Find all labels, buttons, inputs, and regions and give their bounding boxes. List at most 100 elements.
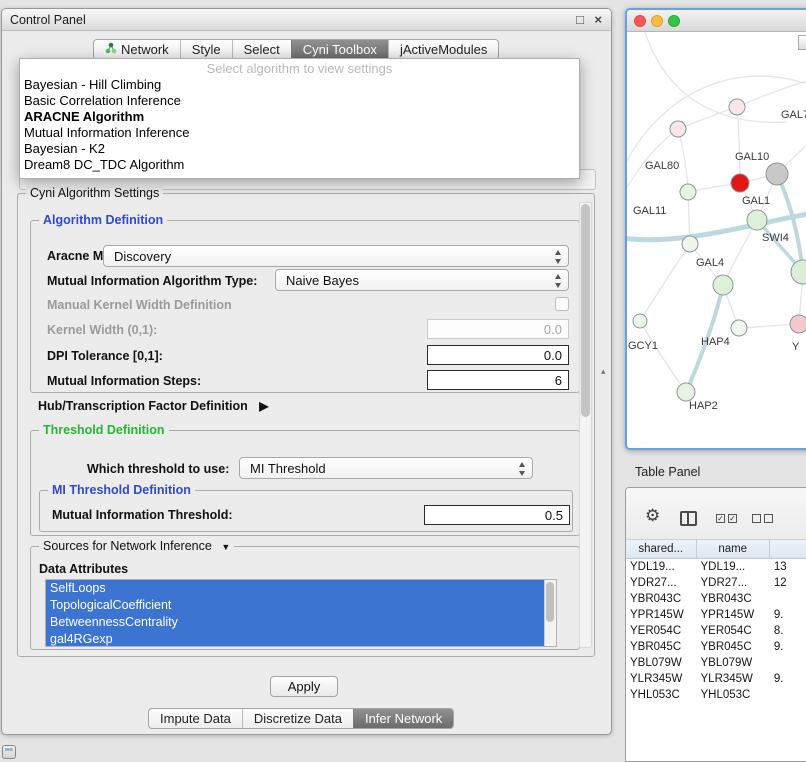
attribute-item-topologicalcoefficient[interactable]: TopologicalCoefficient (46, 597, 546, 614)
select-all-columns-icon[interactable]: ✓✓ (716, 514, 737, 523)
mi-steps-label: Mutual Information Steps: (47, 374, 201, 388)
tab-style[interactable]: Style (180, 40, 232, 59)
table-cell: YBR045C (626, 639, 697, 655)
algorithm-option-mutual-information-inference[interactable]: Mutual Information Inference (21, 125, 578, 141)
cyni-bottom-tabs: Impute DataDiscretize DataInfer Network (148, 708, 454, 729)
node-label: GAL4 (696, 257, 724, 269)
tab-jactivemodules[interactable]: jActiveModules (388, 40, 498, 59)
table-row[interactable]: YPR145WYPR145W9. (626, 607, 806, 623)
tab-discretize-data[interactable]: Discretize Data (242, 709, 353, 728)
network-node[interactable] (747, 210, 767, 230)
float-window-icon[interactable]: □ (576, 12, 584, 27)
control-panel-titlebar[interactable]: Control Panel □ × (2, 9, 611, 31)
network-node[interactable] (633, 314, 647, 328)
table-row[interactable]: YDL19...YDL19...13 (626, 559, 806, 575)
tab-impute-data[interactable]: Impute Data (149, 709, 242, 728)
algorithm-option-dream8-dc-tdc-algorithm[interactable]: Dream8 DC_TDC Algorithm (21, 157, 578, 173)
table-cell: YDR27... (626, 575, 697, 591)
algorithm-definition-title: Algorithm Definition (39, 213, 167, 227)
table-cell: YLR345W (626, 671, 697, 687)
network-node[interactable] (729, 99, 745, 115)
network-edge[interactable] (640, 321, 686, 392)
algorithm-option-basic-correlation-inference[interactable]: Basic Correlation Inference (21, 93, 578, 109)
network-node[interactable] (670, 121, 686, 137)
table-row[interactable]: YDR27...YDR27...12 (626, 575, 806, 591)
aracne-mode-select[interactable]: Discovery (103, 245, 569, 267)
tab-label: Network (121, 42, 169, 57)
network-edge[interactable] (645, 32, 787, 122)
panel-splitter-icon[interactable]: ▴ (601, 366, 606, 377)
network-node[interactable] (682, 236, 698, 252)
tab-cyni-toolbox[interactable]: Cyni Toolbox (291, 40, 388, 59)
which-threshold-label: Which threshold to use: (87, 462, 229, 476)
tab-select[interactable]: Select (232, 40, 291, 59)
column-header-col2[interactable] (770, 540, 806, 558)
network-node[interactable] (677, 383, 695, 401)
node-label: GAL7 (781, 109, 806, 121)
table-row[interactable]: YHL053CYHL053C (626, 687, 806, 703)
network-edge[interactable] (640, 244, 690, 321)
network-node[interactable] (713, 275, 733, 295)
network-node[interactable] (731, 320, 747, 336)
network-node[interactable] (766, 163, 788, 185)
network-edge[interactable] (678, 129, 688, 192)
node-label: GAL80 (645, 160, 679, 172)
column-header-name[interactable]: name (697, 540, 770, 558)
close-light[interactable] (634, 15, 646, 27)
table-row[interactable]: YBR043CYBR043C (626, 591, 806, 607)
settings-scrollbar[interactable] (579, 202, 592, 648)
attribute-item-gal4rgexp[interactable]: gal4RGexp (46, 631, 546, 647)
minimized-window-icon[interactable] (2, 745, 16, 759)
network-node[interactable] (680, 184, 696, 200)
data-attributes-list[interactable]: SelfLoopsTopologicalCoefficientBetweenne… (45, 579, 557, 647)
network-node[interactable] (731, 174, 749, 192)
dpi-tolerance-field[interactable]: 0.0 (427, 345, 569, 365)
sources-group-title[interactable]: Sources for Network Inference ▼ (39, 539, 234, 554)
columns-icon[interactable] (680, 511, 697, 526)
unselect-all-columns-icon[interactable] (752, 514, 773, 523)
zoom-light[interactable] (668, 15, 680, 27)
algorithm-option-bayesian-hill-climbing[interactable]: Bayesian - Hill Climbing (21, 77, 578, 93)
network-node[interactable] (790, 315, 806, 333)
table-row[interactable]: YBR045CYBR045C9. (626, 639, 806, 655)
attribute-item-selfloops[interactable]: SelfLoops (46, 580, 546, 597)
mi-steps-value: 6 (555, 373, 562, 388)
network-edge[interactable] (737, 72, 806, 107)
expand-right-icon[interactable]: ▶ (259, 399, 268, 413)
network-graph[interactable]: GAL7GAL80GAL10GAL11GAL1SWI4GAL4GCY1HAP4H… (627, 32, 806, 449)
minimize-light[interactable] (651, 15, 663, 27)
combo-arrows-icon (554, 274, 563, 288)
attribute-item-betweennesscentrality[interactable]: BetweennessCentrality (46, 614, 546, 631)
table-row[interactable]: YER054CYER054C8. (626, 623, 806, 639)
algorithm-option-aracne-algorithm[interactable]: ARACNE Algorithm (21, 109, 578, 125)
apply-button[interactable]: Apply (270, 676, 338, 697)
node-label: HAP4 (701, 336, 730, 348)
hub-transcription-factor-section[interactable]: Hub/Transcription Factor Definition ▶ (38, 399, 268, 413)
collapse-down-icon[interactable]: ▼ (221, 542, 230, 552)
table-panel-title: Table Panel (635, 465, 700, 479)
table-row[interactable]: YBL079WYBL079W (626, 655, 806, 671)
network-canvas[interactable]: GAL7GAL80GAL10GAL11GAL1SWI4GAL4GCY1HAP4H… (627, 32, 806, 449)
network-window-titlebar[interactable] (627, 10, 806, 32)
tab-infer-network[interactable]: Infer Network (353, 709, 453, 728)
mi-threshold-label: Mutual Information Threshold: (52, 508, 233, 522)
scrollbar-thumb[interactable] (581, 204, 590, 417)
mi-threshold-field[interactable]: 0.5 (424, 505, 570, 525)
network-scrollbar-button[interactable] (798, 35, 806, 50)
network-edge[interactable] (678, 107, 737, 129)
mi-algorithm-type-select[interactable]: Naive Bayes (275, 269, 569, 291)
control-panel-title: Control Panel (10, 13, 86, 27)
gear-icon[interactable]: ⚙ (645, 507, 660, 524)
node-label: Y (792, 341, 800, 353)
manual-kernel-width-checkbox[interactable] (555, 297, 569, 311)
algorithm-option-bayesian-k2[interactable]: Bayesian - K2 (21, 141, 578, 157)
tab-network[interactable]: Network (94, 40, 180, 59)
mi-steps-field[interactable]: 6 (427, 370, 569, 390)
scrollbar-thumb[interactable] (546, 582, 554, 622)
column-header-shared[interactable]: shared... (626, 540, 697, 558)
table-row[interactable]: YLR345WYLR345W9. (626, 671, 806, 687)
close-window-icon[interactable]: × (594, 12, 602, 27)
attributes-list-scrollbar[interactable] (544, 580, 556, 646)
kernel-width-field[interactable]: 0.0 (427, 319, 569, 339)
which-threshold-select[interactable]: MI Threshold (239, 457, 533, 479)
